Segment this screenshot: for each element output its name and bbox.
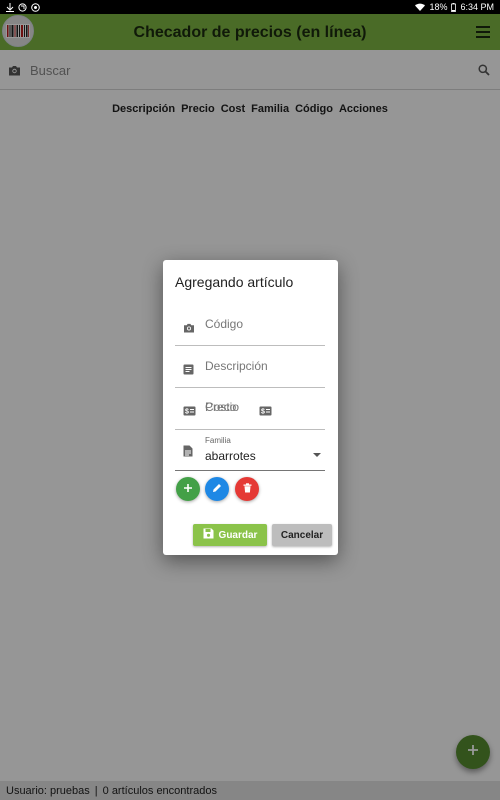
- codigo-field: [175, 305, 325, 346]
- cancel-button[interactable]: Cancelar: [272, 524, 332, 546]
- description-icon: [183, 362, 194, 380]
- add-familia-button[interactable]: [176, 477, 200, 501]
- chrome-icon: [31, 2, 40, 12]
- trash-icon: [243, 480, 252, 498]
- add-article-dialog: Agregando artículo $ $ Familia abarrotes: [163, 260, 338, 555]
- dialog-title: Agregando artículo: [175, 274, 294, 290]
- price-cost-field: $ $: [175, 389, 325, 430]
- wifi-icon: [415, 3, 426, 11]
- save-icon: [203, 528, 214, 542]
- download-icon: [6, 2, 14, 12]
- status-bar: 18% 6:34 PM: [0, 0, 500, 14]
- edit-familia-button[interactable]: [205, 477, 229, 501]
- familia-select[interactable]: Familia abarrotes: [175, 431, 325, 471]
- status-left-icons: [6, 2, 40, 12]
- cancel-label: Cancelar: [280, 529, 324, 541]
- descripcion-input[interactable]: [205, 359, 320, 373]
- camera-icon[interactable]: [183, 320, 195, 338]
- familia-label: Familia: [205, 436, 231, 445]
- status-time: 6:34 PM: [460, 2, 494, 12]
- sync-icon: [18, 2, 27, 12]
- document-icon: [183, 444, 193, 462]
- costo-input[interactable]: [205, 400, 320, 414]
- chevron-down-icon[interactable]: [313, 453, 321, 457]
- save-button[interactable]: Guardar: [193, 524, 267, 546]
- familia-value[interactable]: abarrotes: [205, 449, 256, 463]
- pencil-icon: [212, 480, 222, 498]
- svg-text:$: $: [185, 409, 189, 416]
- battery-percent: 18%: [429, 2, 448, 12]
- price-icon: $: [183, 403, 196, 421]
- battery-icon: [451, 2, 457, 12]
- status-right-icons: 18% 6:34 PM: [415, 2, 494, 12]
- save-label: Guardar: [218, 529, 258, 541]
- descripcion-field: [175, 347, 325, 388]
- delete-familia-button[interactable]: [235, 477, 259, 501]
- plus-icon: [183, 480, 193, 498]
- codigo-input[interactable]: [205, 317, 320, 331]
